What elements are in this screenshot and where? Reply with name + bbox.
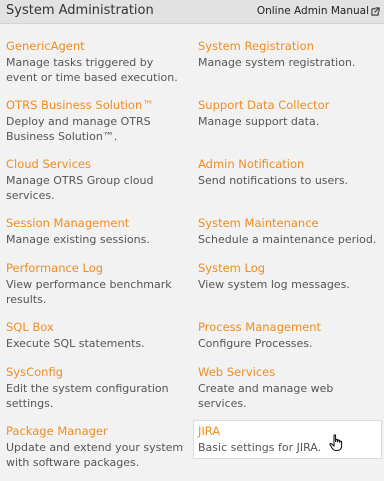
panel-title: System Administration: [6, 3, 154, 18]
admin-item-sql-box[interactable]: SQL Box Execute SQL statements.: [6, 320, 188, 351]
system-administration-panel: System Administration Online Admin Manua…: [0, 0, 384, 481]
admin-item-jira[interactable]: JIRA Basic settings for JIRA.: [193, 420, 382, 459]
admin-item-otrs-business-solution[interactable]: OTRS Business Solution™ Deploy and manag…: [6, 98, 188, 144]
item-description: Create and manage web services.: [198, 382, 334, 410]
admin-item-system-log[interactable]: System Log View system log messages.: [198, 261, 382, 292]
item-title[interactable]: System Log: [198, 261, 382, 276]
item-description: Manage support data.: [198, 115, 320, 128]
item-title[interactable]: SysConfig: [6, 365, 188, 380]
panel-header: System Administration Online Admin Manua…: [0, 0, 384, 24]
item-title[interactable]: SQL Box: [6, 320, 188, 335]
item-title[interactable]: System Maintenance: [198, 216, 382, 231]
admin-item-package-manager[interactable]: Package Manager Update and extend your s…: [6, 424, 188, 470]
admin-item-genericagent[interactable]: GenericAgent Manage tasks triggered by e…: [6, 39, 188, 85]
admin-item-sysconfig[interactable]: SysConfig Edit the system configuration …: [6, 365, 188, 411]
item-title[interactable]: System Registration: [198, 39, 382, 54]
item-description: Manage existing sessions.: [6, 233, 150, 246]
item-description: Manage OTRS Group cloud services.: [6, 174, 154, 202]
item-title[interactable]: GenericAgent: [6, 39, 188, 54]
admin-item-admin-notification[interactable]: Admin Notification Send notifications to…: [198, 157, 382, 188]
admin-item-system-registration[interactable]: System Registration Manage system regist…: [198, 39, 382, 70]
manual-link-label: Online Admin Manual: [256, 5, 369, 17]
item-title[interactable]: Process Management: [198, 320, 382, 335]
item-title[interactable]: Admin Notification: [198, 157, 382, 172]
item-description: Manage system registration.: [198, 56, 356, 69]
item-description: Manage tasks triggered by event or time …: [6, 56, 178, 84]
item-title[interactable]: OTRS Business Solution™: [6, 98, 188, 113]
admin-item-system-maintenance[interactable]: System Maintenance Schedule a maintenanc…: [198, 216, 382, 247]
item-title[interactable]: JIRA: [198, 424, 381, 439]
admin-item-performance-log[interactable]: Performance Log View performance benchma…: [6, 261, 188, 307]
item-description: Deploy and manage OTRS Business Solution…: [6, 115, 151, 143]
admin-item-session-management[interactable]: Session Management Manage existing sessi…: [6, 216, 188, 247]
item-description: Configure Processes.: [198, 337, 313, 350]
external-link-icon: [371, 6, 380, 16]
item-title[interactable]: Cloud Services: [6, 157, 188, 172]
admin-item-web-services[interactable]: Web Services Create and manage web servi…: [198, 365, 382, 411]
item-title[interactable]: Session Management: [6, 216, 188, 231]
admin-item-support-data-collector[interactable]: Support Data Collector Manage support da…: [198, 98, 382, 129]
item-description: View performance benchmark results.: [6, 278, 172, 306]
item-description: Update and extend your system with softw…: [6, 441, 184, 469]
item-description: Schedule a maintenance period.: [198, 233, 377, 246]
item-title[interactable]: Performance Log: [6, 261, 188, 276]
admin-item-cloud-services[interactable]: Cloud Services Manage OTRS Group cloud s…: [6, 157, 188, 203]
admin-item-process-management[interactable]: Process Management Configure Processes.: [198, 320, 382, 351]
item-description: Execute SQL statements.: [6, 337, 145, 350]
item-description: Basic settings for JIRA.: [198, 441, 322, 454]
item-description: Edit the system configuration settings.: [6, 382, 169, 410]
item-description: View system log messages.: [198, 278, 350, 291]
online-admin-manual-link[interactable]: Online Admin Manual: [257, 5, 380, 17]
hand-pointer-icon: [329, 434, 343, 451]
item-description: Send notifications to users.: [198, 174, 349, 187]
item-title[interactable]: Package Manager: [6, 424, 188, 439]
item-title[interactable]: Support Data Collector: [198, 98, 382, 113]
item-title[interactable]: Web Services: [198, 365, 382, 380]
